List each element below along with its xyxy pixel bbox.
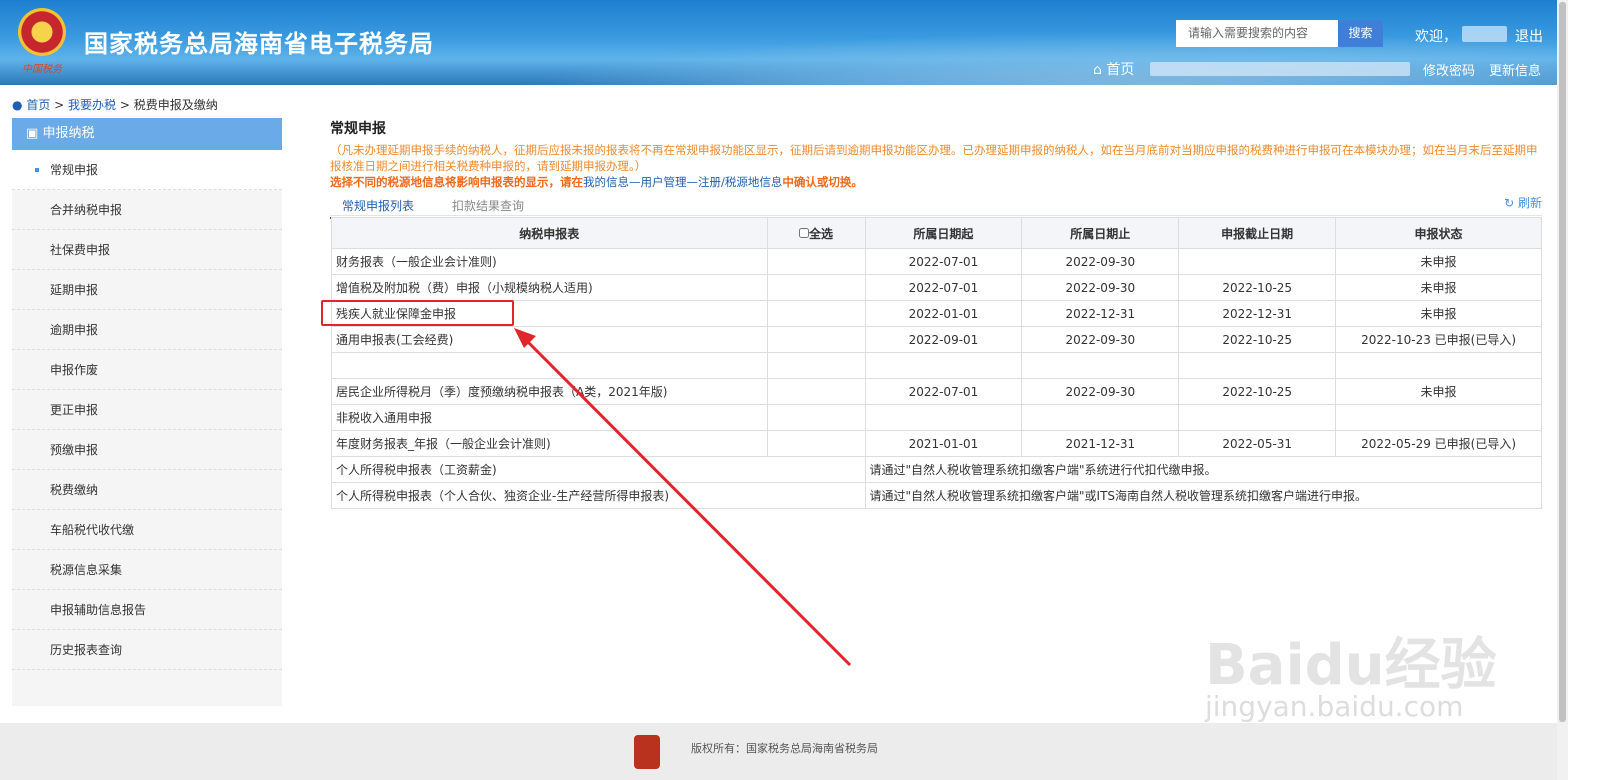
- watermark-url: jingyan.baidu.com: [1205, 690, 1464, 723]
- footer-logo: [634, 735, 660, 769]
- copyright: 版权所有：国家税务总局海南省税务局: [691, 742, 878, 755]
- watermark: Baidu经验: [1205, 633, 1497, 698]
- scrollbar-thumb[interactable]: [1559, 2, 1566, 722]
- footer: 版权所有：国家税务总局海南省税务局: [0, 723, 1568, 780]
